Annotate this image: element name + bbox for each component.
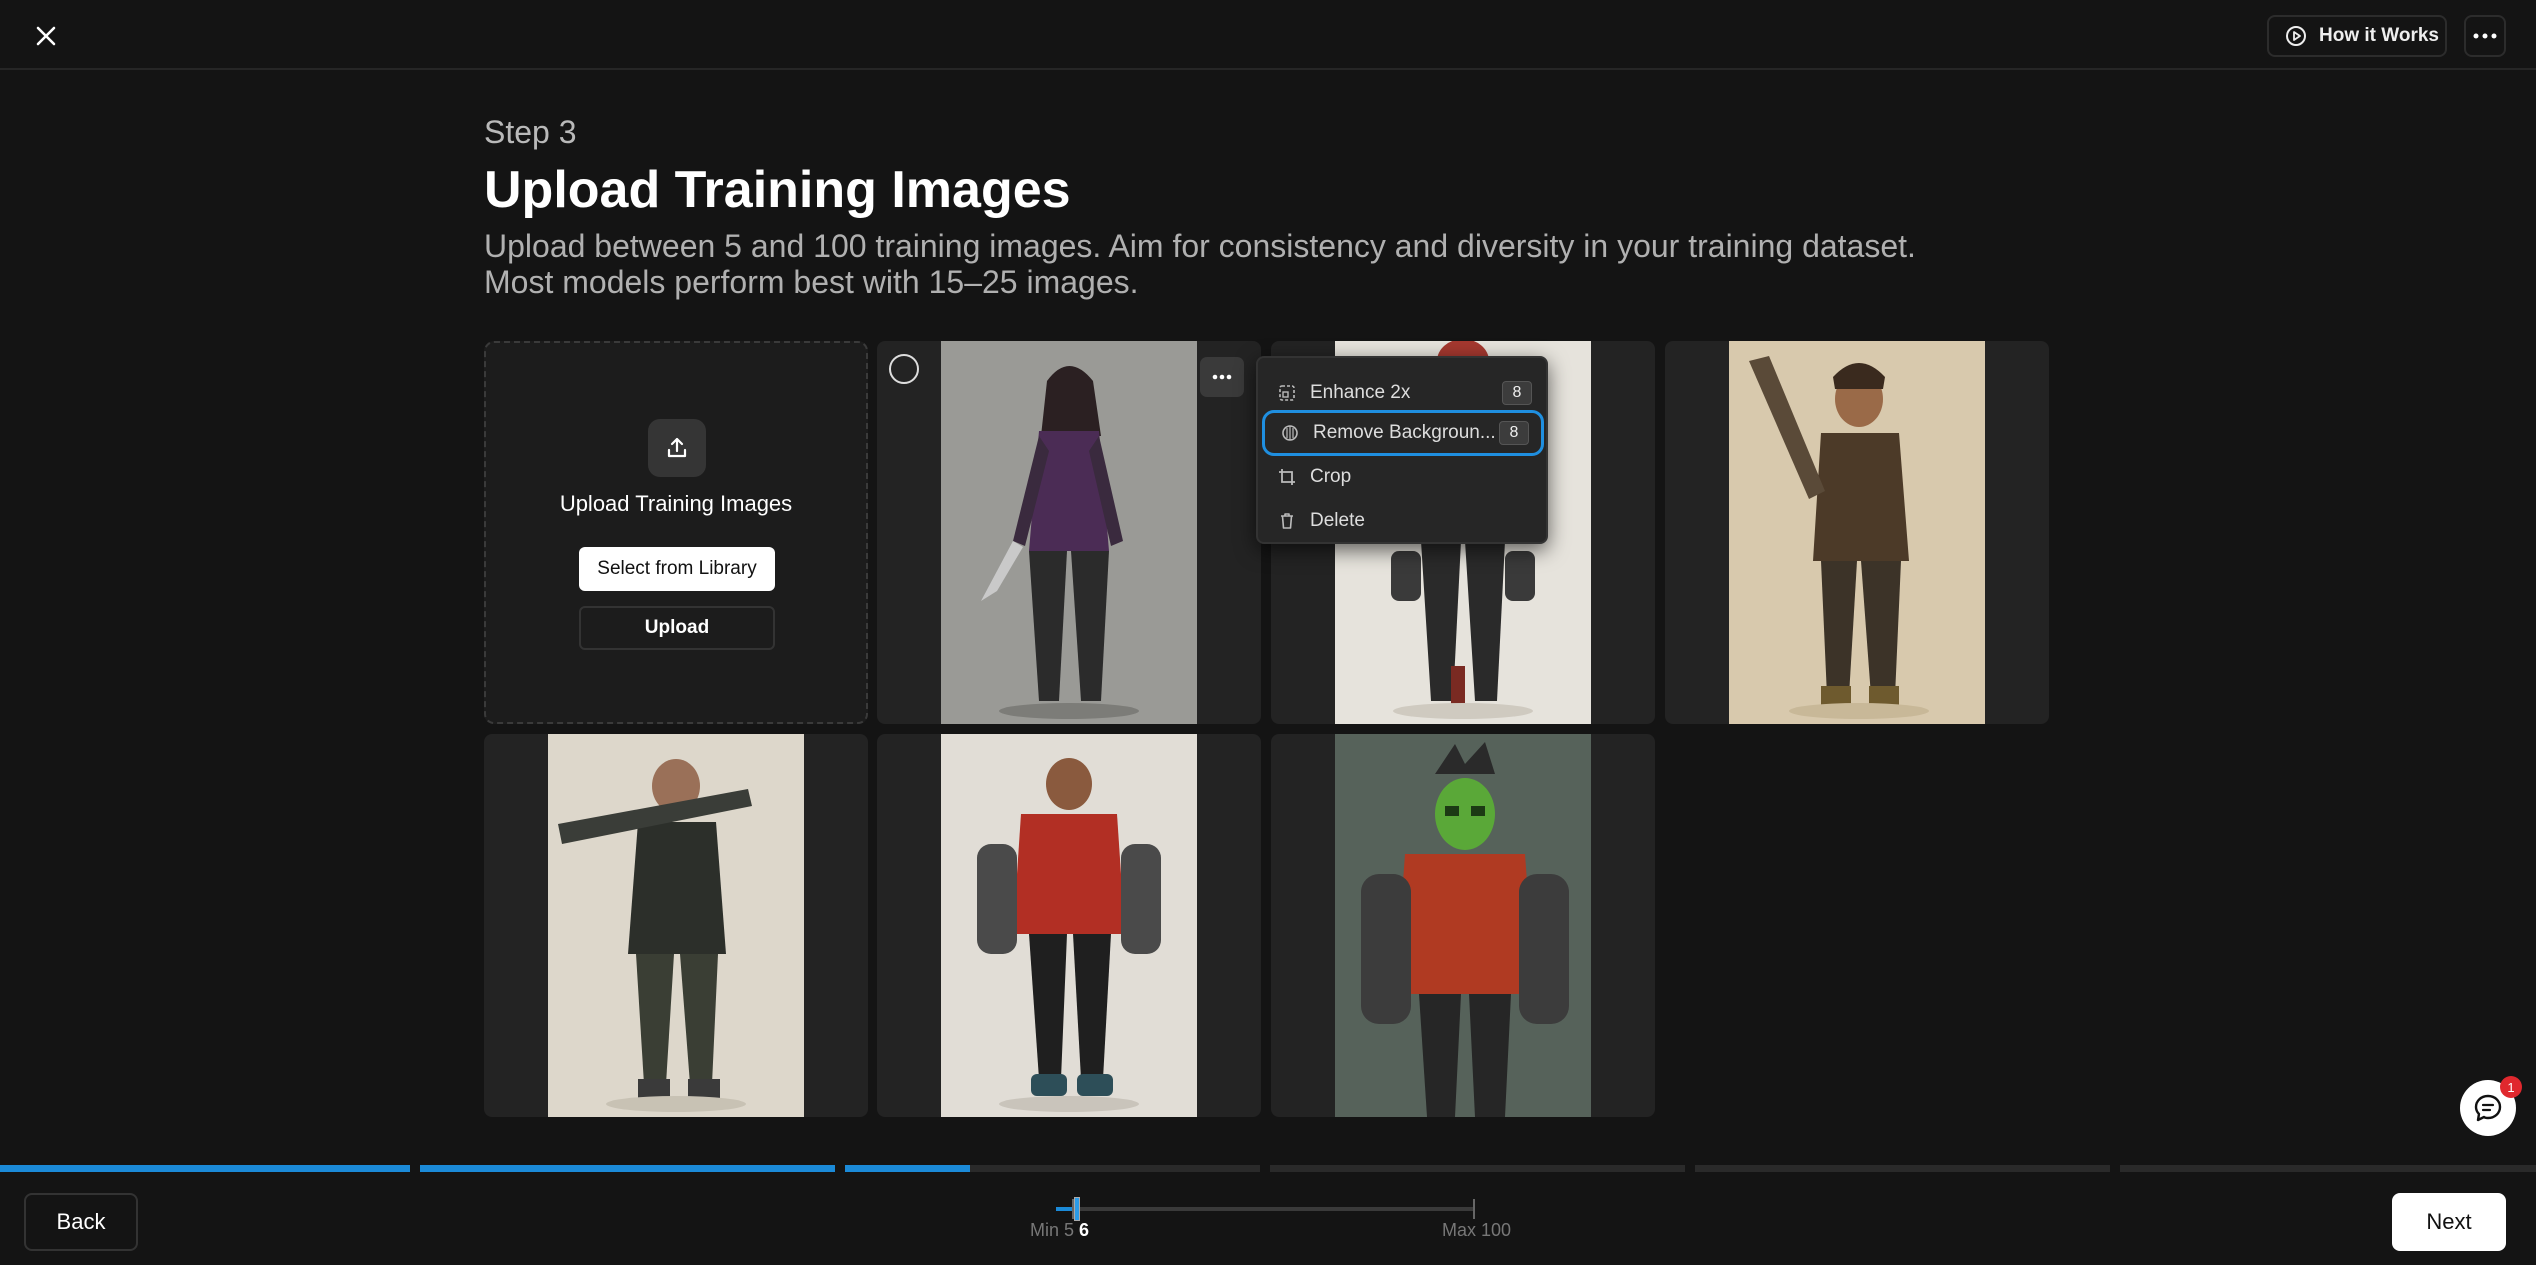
image-tile[interactable] bbox=[1271, 734, 1655, 1117]
top-bar: How it Works bbox=[0, 0, 2536, 70]
next-button[interactable]: Next bbox=[2392, 1193, 2506, 1251]
progress-segment bbox=[420, 1165, 835, 1172]
menu-item-remove-background[interactable]: Remove Backgroun... 8 bbox=[1262, 410, 1544, 456]
min-count-label: Min 5 6 bbox=[1030, 1220, 1090, 1240]
menu-item-delete[interactable]: Delete bbox=[1262, 498, 1544, 544]
back-button[interactable]: Back bbox=[24, 1193, 138, 1251]
image-tile[interactable] bbox=[1665, 341, 2049, 724]
footer-bar: Back Min 5 6 Max 100 Next bbox=[0, 1172, 2536, 1265]
progress-segment bbox=[845, 1165, 1260, 1172]
ellipsis-icon bbox=[1212, 374, 1232, 380]
how-it-works-label: How it Works bbox=[2319, 25, 2439, 46]
page-title: Upload Training Images bbox=[484, 161, 1071, 219]
close-button[interactable] bbox=[30, 20, 62, 52]
play-circle-icon bbox=[2286, 26, 2306, 46]
training-image bbox=[941, 734, 1197, 1117]
max-count-label: Max 100 bbox=[1442, 1220, 1512, 1240]
menu-item-label: Enhance 2x bbox=[1310, 382, 1411, 403]
page-description: Upload between 5 and 100 training images… bbox=[484, 228, 2084, 300]
image-tile[interactable] bbox=[484, 734, 868, 1117]
crop-icon bbox=[1279, 469, 1295, 485]
remove-background-icon bbox=[1282, 425, 1298, 441]
training-image bbox=[941, 341, 1197, 724]
current-count: 6 bbox=[1079, 1220, 1090, 1240]
upload-dropzone[interactable]: Upload Training Images Select from Libra… bbox=[484, 341, 868, 724]
chat-icon bbox=[2474, 1094, 2502, 1122]
credit-badge: 8 bbox=[1502, 381, 1532, 405]
training-image bbox=[548, 734, 804, 1117]
menu-item-label: Crop bbox=[1310, 466, 1352, 487]
image-options-button[interactable] bbox=[1200, 357, 1244, 397]
more-options-button[interactable] bbox=[2464, 15, 2506, 57]
close-icon bbox=[36, 26, 56, 46]
menu-item-crop[interactable]: Crop bbox=[1262, 454, 1544, 500]
progress-segment bbox=[2120, 1165, 2536, 1172]
menu-item-label: Delete bbox=[1310, 510, 1365, 531]
max-tick bbox=[1473, 1199, 1475, 1219]
upload-icon bbox=[648, 419, 706, 477]
training-image bbox=[1335, 734, 1591, 1117]
ellipsis-icon bbox=[2473, 33, 2497, 39]
progress-segment bbox=[1270, 1165, 1685, 1172]
image-context-menu: Enhance 2x 8 Remove Backgroun... 8 Crop … bbox=[1256, 356, 1548, 544]
progress-segment bbox=[1695, 1165, 2110, 1172]
enhance-icon bbox=[1279, 385, 1295, 401]
image-tile[interactable] bbox=[877, 341, 1261, 724]
trash-icon bbox=[1281, 513, 1293, 529]
upload-button[interactable]: Upload bbox=[579, 606, 775, 650]
notification-badge: 1 bbox=[2500, 1076, 2522, 1098]
image-count-indicator bbox=[1074, 1197, 1080, 1221]
credit-badge: 8 bbox=[1499, 421, 1529, 445]
description-line-1: Upload between 5 and 100 training images… bbox=[484, 228, 1916, 264]
image-count-track bbox=[1056, 1207, 1474, 1211]
select-from-library-button[interactable]: Select from Library bbox=[579, 547, 775, 591]
training-image bbox=[1729, 341, 1985, 724]
progress-segment bbox=[0, 1165, 410, 1172]
menu-item-label: Remove Backgroun... bbox=[1313, 422, 1496, 443]
upload-card-title: Upload Training Images bbox=[559, 491, 793, 516]
image-tile[interactable] bbox=[877, 734, 1261, 1117]
description-line-2: Most models perform best with 15–25 imag… bbox=[484, 264, 1139, 300]
step-label: Step 3 bbox=[484, 114, 577, 150]
select-checkbox[interactable] bbox=[889, 354, 919, 384]
how-it-works-button[interactable]: How it Works bbox=[2267, 15, 2447, 57]
